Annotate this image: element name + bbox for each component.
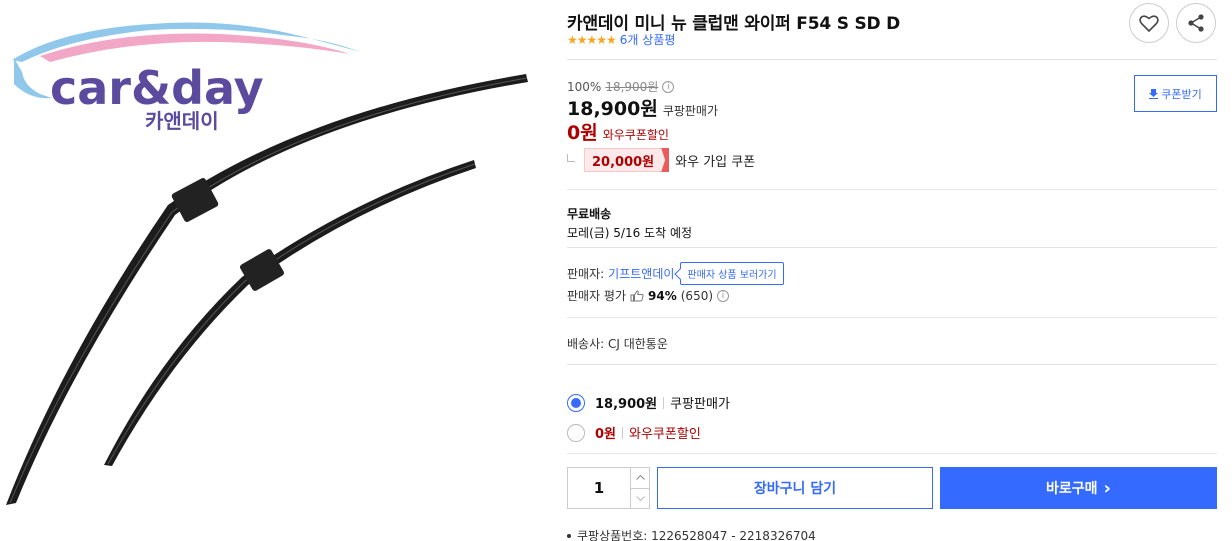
- original-price: 18,900원: [605, 80, 659, 94]
- quantity-step-buttons: [630, 468, 649, 508]
- quantity-stepper[interactable]: [567, 467, 650, 509]
- chevron-down-icon: [635, 495, 645, 501]
- divider: [567, 317, 1217, 318]
- share-icon: [1188, 14, 1204, 32]
- review-count-link[interactable]: 6개 상품평: [620, 31, 676, 48]
- quantity-decrease-button[interactable]: [631, 487, 649, 509]
- get-coupon-label: 쿠폰받기: [1161, 87, 1202, 101]
- favorite-button[interactable]: [1129, 3, 1169, 43]
- share-button[interactable]: [1176, 3, 1216, 43]
- star-rating-icon: ★★★★★: [567, 32, 617, 47]
- shipping-label: 무료배송: [567, 207, 612, 221]
- quantity-input[interactable]: [568, 468, 630, 508]
- product-image-graphic: car&day 카앤데이: [6, 22, 528, 505]
- buy-now-button[interactable]: 바로구매 ›: [940, 467, 1217, 509]
- product-image: car&day 카앤데이: [0, 0, 545, 541]
- add-to-cart-button[interactable]: 장바구니 담기: [657, 467, 933, 509]
- wiper-blade-long: [6, 74, 528, 505]
- thumb-up-icon: [630, 289, 644, 301]
- seller-name-link[interactable]: 기프트앤데이: [608, 265, 674, 282]
- bullet-icon: [567, 533, 571, 538]
- wow-price: 0원: [567, 122, 598, 144]
- option-price: 18,900원: [595, 397, 658, 412]
- wow-coupon-row: 20,000원 와우 가입 쿠폰: [567, 148, 755, 172]
- divider: [567, 364, 1217, 365]
- option-label: 와우쿠폰할인: [629, 427, 701, 442]
- coupon-amount-badge: 20,000원: [584, 148, 670, 172]
- seller-rating-row: 판매자 평가 94% (650) i: [567, 287, 730, 304]
- get-coupon-button[interactable]: 쿠폰받기: [1134, 75, 1217, 112]
- discount-rate: 100%: [567, 79, 602, 94]
- divider: [567, 59, 1217, 60]
- product-info-panel: 카앤데이 미니 뉴 클럽맨 와이퍼 F54 S SD D ★★★★★ 6개 상품…: [567, 0, 1219, 541]
- option-separator: [663, 396, 665, 409]
- sale-price-label: 쿠팡판매가: [662, 104, 719, 118]
- seller-rating-label: 판매자 평가: [567, 289, 627, 303]
- download-icon: [1149, 88, 1159, 99]
- sale-price: 18,900원: [567, 98, 658, 120]
- option-label: 쿠팡판매가: [670, 397, 730, 412]
- product-number: 쿠팡상품번호: 1226528047 - 2218326704: [567, 527, 816, 541]
- radio-option-sale[interactable]: [567, 393, 585, 412]
- view-seller-products-button[interactable]: 판매자 상품 보러가기: [680, 262, 784, 285]
- original-price-row: 100% 18,900원 i: [567, 78, 675, 95]
- logo-brand-kr: 카앤데이: [145, 109, 219, 133]
- option-price: 0원: [595, 427, 617, 442]
- sale-price-row: 18,900원 쿠팡판매가: [567, 94, 718, 121]
- divider: [567, 247, 1217, 248]
- logo-brand-en: car&day: [50, 61, 264, 115]
- quantity-increase-button[interactable]: [631, 468, 649, 488]
- arrival-date: 모레(금) 5/16 도착 예정: [567, 226, 693, 240]
- seller-rating-percent: 94%: [648, 288, 677, 303]
- info-icon[interactable]: i: [717, 289, 730, 302]
- heart-icon: [1139, 15, 1159, 32]
- buy-now-label: 바로구매: [1046, 481, 1098, 497]
- chevron-up-icon: [635, 475, 645, 481]
- chevron-right-icon: ›: [1103, 477, 1111, 499]
- product-number-text: 쿠팡상품번호: 1226528047 - 2218326704: [577, 529, 816, 541]
- divider: [567, 453, 1217, 454]
- seller-label: 판매자:: [567, 267, 605, 281]
- corner-bracket-icon: [567, 154, 575, 162]
- wow-price-row: 0원 와우쿠폰할인: [567, 118, 669, 145]
- carrier-info: 배송사: CJ 대한통운: [567, 337, 668, 351]
- product-rating[interactable]: ★★★★★ 6개 상품평: [567, 31, 675, 48]
- logo-car-front: [14, 58, 52, 99]
- seller-row: 판매자: 기프트앤데이 판매자 상품 보러가기: [567, 262, 784, 285]
- seller-rating-count: (650): [680, 288, 714, 303]
- info-icon[interactable]: i: [662, 80, 675, 93]
- wow-price-label: 와우쿠폰할인: [602, 128, 669, 142]
- option-wow-price[interactable]: 0원 와우쿠폰할인: [567, 423, 701, 442]
- coupon-description: 와우 가입 쿠폰: [675, 154, 756, 170]
- option-sale-price[interactable]: 18,900원 쿠팡판매가: [567, 393, 730, 412]
- wiper-blade-short: [104, 160, 476, 466]
- divider: [567, 189, 1217, 190]
- option-separator: [622, 426, 624, 439]
- radio-option-wow[interactable]: [567, 423, 585, 442]
